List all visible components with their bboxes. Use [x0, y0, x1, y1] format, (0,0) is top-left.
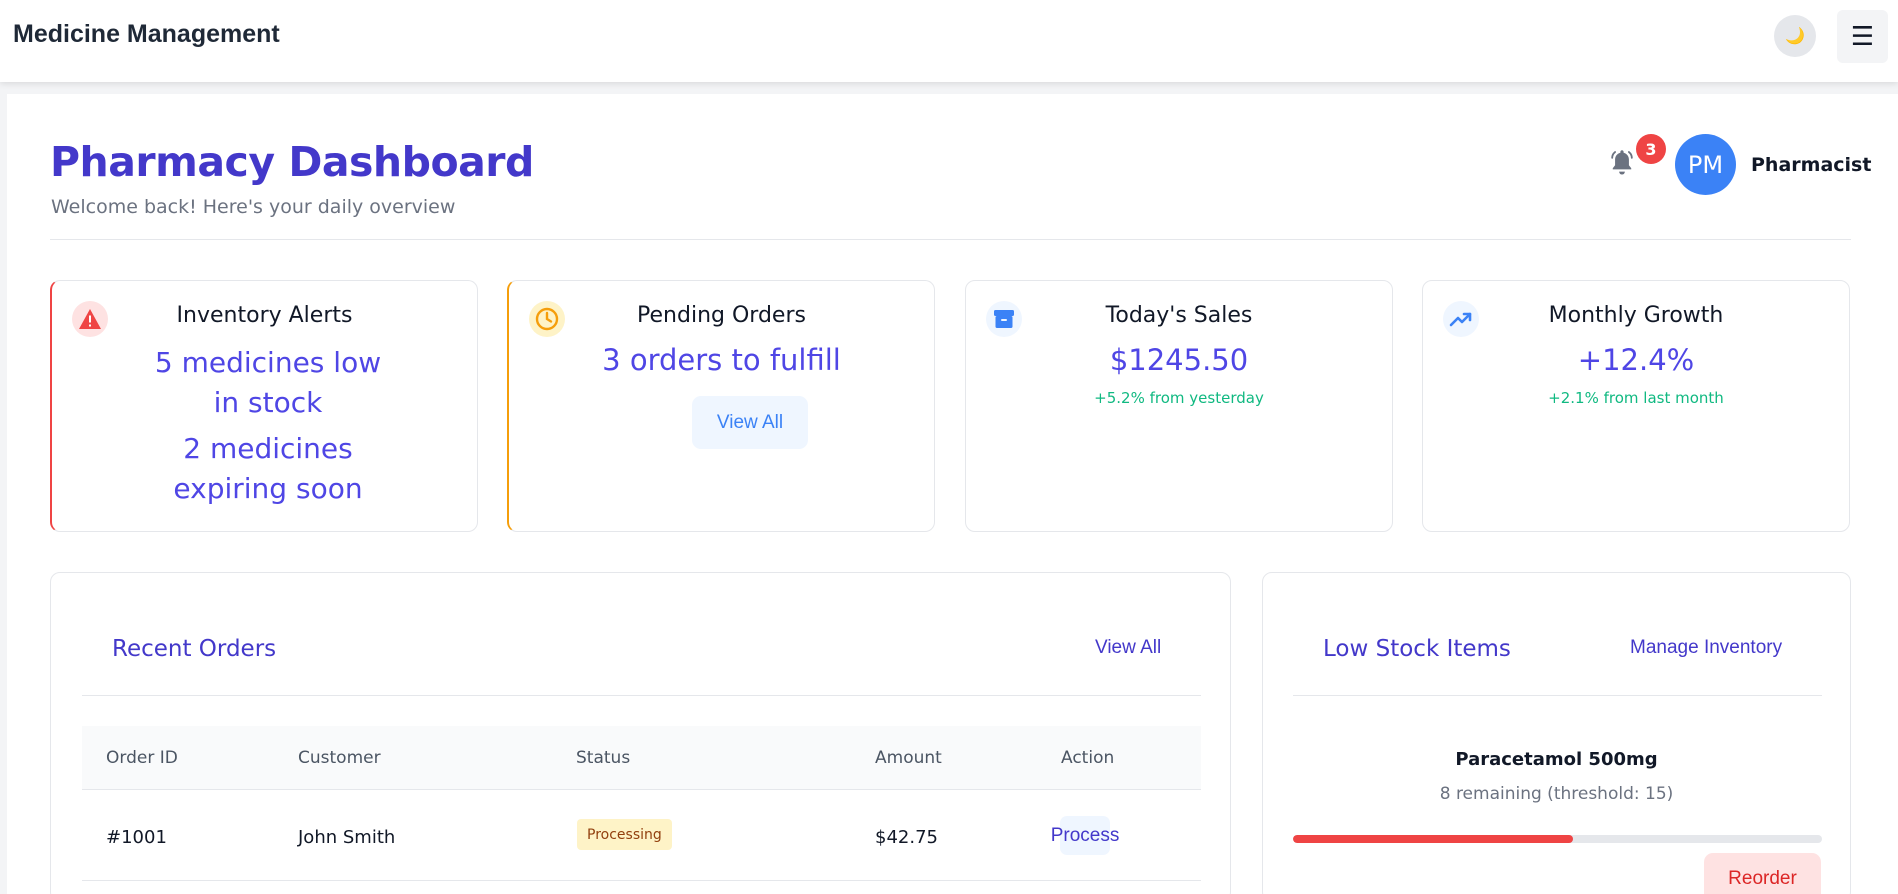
- todays-sales-title: Today's Sales: [1105, 303, 1253, 328]
- page-subtitle: Welcome back! Here's your daily overview: [51, 196, 456, 218]
- orders-table-header: Order ID Customer Status Amount Action: [82, 726, 1201, 790]
- user-role: Pharmacist: [1751, 154, 1872, 176]
- inventory-alerts-card: Inventory Alerts 5 medicines low in stoc…: [50, 280, 478, 532]
- low-stock-title: Low Stock Items: [1323, 636, 1511, 662]
- app-title: Medicine Management: [13, 20, 280, 48]
- status-badge: Processing: [577, 819, 672, 850]
- notification-bell-icon[interactable]: [1608, 148, 1636, 178]
- stock-level-fill: [1293, 835, 1574, 843]
- remaining-text: 8 remaining (threshold: 15): [1439, 784, 1674, 804]
- recent-orders-view-all-link[interactable]: View All: [1095, 637, 1161, 659]
- stock-level-bar: [1293, 835, 1822, 843]
- low-stock-panel: Low Stock Items Manage Inventory Paracet…: [1262, 572, 1851, 894]
- todays-sales-value: $1245.50: [1109, 343, 1249, 377]
- top-bar: Medicine Management 🌙 ☰: [0, 0, 1898, 82]
- pending-orders-card: Pending Orders 3 orders to fulfill View …: [507, 280, 935, 532]
- recent-orders-title: Recent Orders: [112, 636, 277, 662]
- theme-toggle-button[interactable]: 🌙: [1774, 15, 1816, 57]
- panel-divider: [82, 695, 1201, 696]
- medicine-name: Paracetamol 500mg: [1455, 749, 1658, 770]
- column-header: Status: [576, 748, 631, 768]
- sales-change-note: +5.2% from yesterday: [1094, 389, 1264, 407]
- amount-cell: $42.75: [875, 827, 938, 848]
- hamburger-icon: ☰: [1850, 21, 1875, 52]
- column-header: Action: [1061, 748, 1115, 768]
- monthly-growth-card: Monthly Growth +12.4% +2.1% from last mo…: [1422, 280, 1850, 532]
- column-header: Order ID: [106, 748, 178, 768]
- panel-divider: [1293, 695, 1822, 696]
- notification-count-badge: 3: [1636, 134, 1666, 164]
- reorder-button[interactable]: Reorder: [1704, 853, 1821, 894]
- growth-change-note: +2.1% from last month: [1548, 389, 1724, 407]
- pending-orders-value: 3 orders to fulfill: [602, 343, 841, 377]
- todays-sales-card: Today's Sales $1245.50 +5.2% from yester…: [965, 280, 1393, 532]
- customer-cell: John Smith: [298, 827, 396, 848]
- inventory-alerts-title: Inventory Alerts: [176, 303, 353, 328]
- moon-icon: 🌙: [1785, 28, 1805, 45]
- avatar[interactable]: PM: [1675, 134, 1736, 195]
- menu-button[interactable]: ☰: [1837, 10, 1888, 63]
- page-title: Pharmacy Dashboard: [50, 138, 534, 186]
- manage-inventory-link[interactable]: Manage Inventory: [1630, 637, 1782, 659]
- recent-orders-panel: Recent Orders View All Order ID Customer…: [50, 572, 1231, 894]
- order-id-cell: #1001: [106, 827, 167, 848]
- header-divider: [50, 239, 1851, 240]
- column-header: Customer: [298, 748, 381, 768]
- column-header: Amount: [875, 748, 942, 768]
- pending-orders-title: Pending Orders: [637, 303, 806, 328]
- view-all-orders-button[interactable]: View All: [692, 396, 808, 449]
- low-stock-count-text: 5 medicines low in stock: [154, 346, 382, 419]
- row-divider: [82, 880, 1201, 881]
- expiring-count-text: 2 medicines expiring soon: [173, 432, 363, 505]
- process-order-button[interactable]: Process: [1051, 816, 1119, 855]
- monthly-growth-title: Monthly Growth: [1548, 303, 1724, 328]
- monthly-growth-value: +12.4%: [1577, 343, 1695, 377]
